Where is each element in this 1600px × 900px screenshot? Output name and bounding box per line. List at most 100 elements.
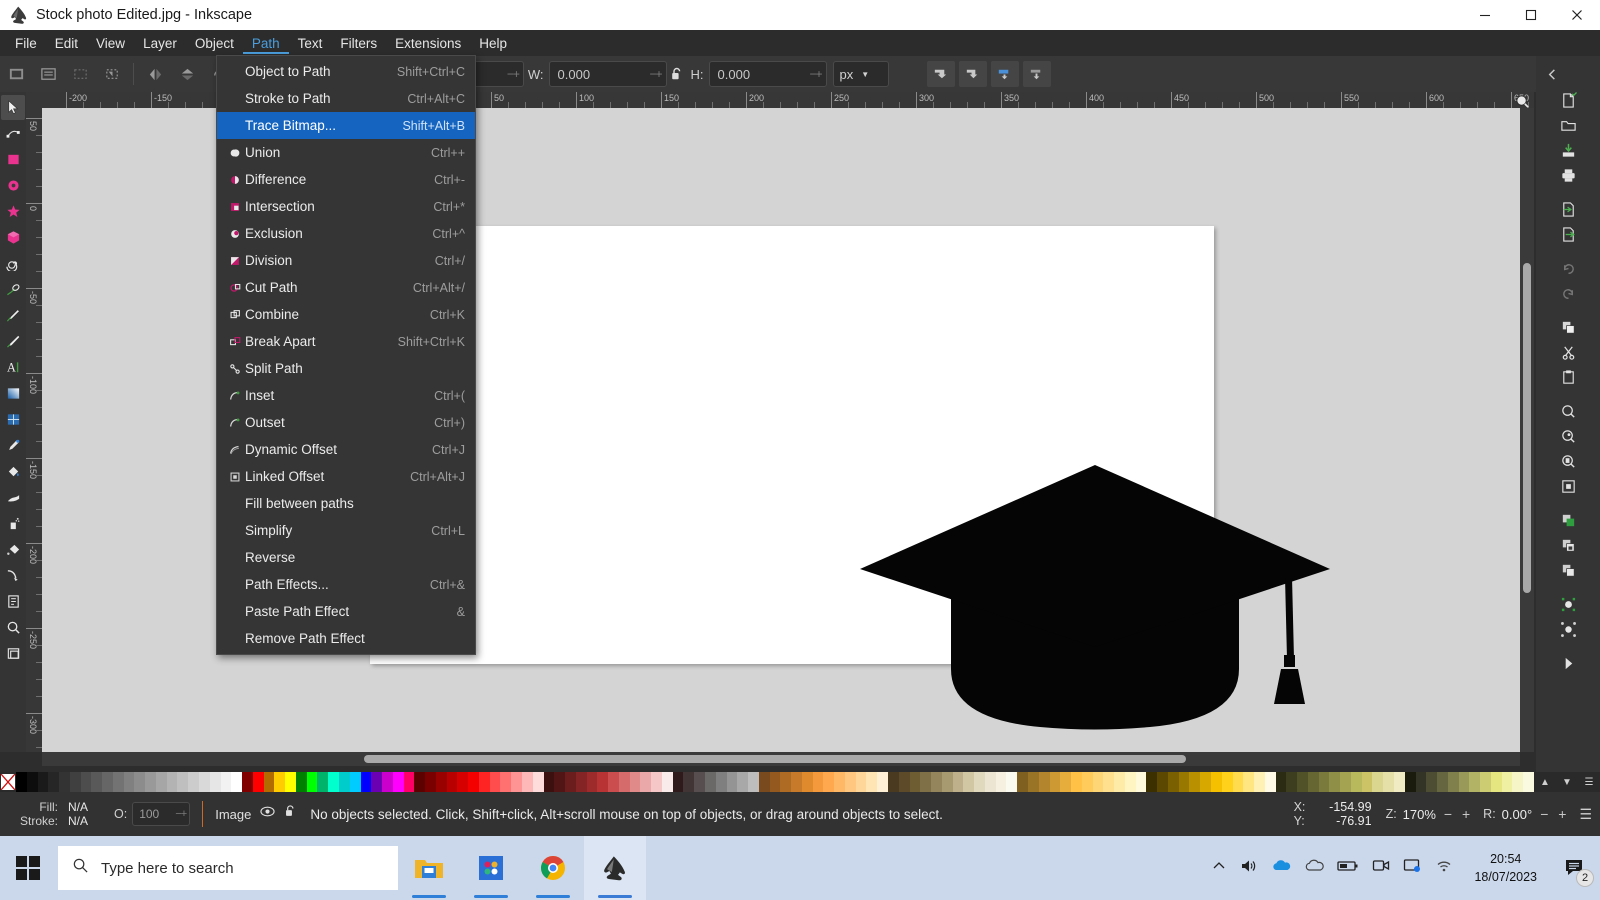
clone-icon[interactable]: [1553, 558, 1583, 583]
palette-swatch[interactable]: [823, 772, 834, 792]
palette-swatch[interactable]: [748, 772, 759, 792]
palette-swatch[interactable]: [199, 772, 210, 792]
palette-swatch[interactable]: [1469, 772, 1480, 792]
group-icon[interactable]: [1553, 533, 1583, 558]
palette-swatch[interactable]: [1082, 772, 1093, 792]
redo-icon[interactable]: [1553, 281, 1583, 306]
graduation-cap-artwork[interactable]: [855, 451, 1335, 751]
palette-swatch[interactable]: [554, 772, 565, 792]
palette-swatch[interactable]: [188, 772, 199, 792]
palette-swatch[interactable]: [242, 772, 253, 792]
path-menu-item-stroke-to-path[interactable]: Stroke to PathCtrl+Alt+C: [217, 85, 475, 112]
palette-swatch[interactable]: [1254, 772, 1265, 792]
palette-swatch[interactable]: [500, 772, 511, 792]
taskbar-app-file-explorer[interactable]: [398, 836, 460, 900]
menu-extensions[interactable]: Extensions: [386, 33, 470, 54]
measure-tool[interactable]: [1, 641, 25, 666]
palette-swatch[interactable]: [393, 772, 404, 792]
mesh-tool[interactable]: [1, 407, 25, 432]
palette-swatch[interactable]: [1383, 772, 1394, 792]
palette-swatch[interactable]: [1125, 772, 1136, 792]
text-tool[interactable]: A: [1, 355, 25, 380]
palette-swatch[interactable]: [1071, 772, 1082, 792]
palette-swatch[interactable]: [1179, 772, 1190, 792]
palette-swatch[interactable]: [511, 772, 522, 792]
palette-swatch[interactable]: [866, 772, 877, 792]
rotation-stepper[interactable]: − +: [1540, 806, 1569, 822]
palette-swatch[interactable]: [307, 772, 318, 792]
palette-swatch[interactable]: [716, 772, 727, 792]
rectangle-tool[interactable]: [1, 147, 25, 172]
zoom-drawing-icon[interactable]: [1553, 424, 1583, 449]
horizontal-scrollbar-thumb[interactable]: [364, 755, 1186, 763]
color-palette[interactable]: ▲ ▼ ☰: [0, 772, 1600, 792]
palette-swatch[interactable]: [81, 772, 92, 792]
taskbar-app-slack[interactable]: [460, 836, 522, 900]
palette-swatch[interactable]: [1006, 772, 1017, 792]
vertical-ruler[interactable]: 500-50-100-150-200-250-300-350: [26, 108, 42, 752]
path-menu-item-reverse[interactable]: Reverse: [217, 544, 475, 571]
path-menu-item-union[interactable]: UnionCtrl++: [217, 139, 475, 166]
palette-swatch[interactable]: [834, 772, 845, 792]
palette-swatch[interactable]: [371, 772, 382, 792]
flip-vertical-icon[interactable]: [173, 61, 201, 87]
zoom-stepper[interactable]: − +: [1444, 806, 1473, 822]
show-hidden-icons-icon[interactable]: [1211, 858, 1227, 879]
palette-swatch[interactable]: [942, 772, 953, 792]
palette-swatch[interactable]: [16, 772, 27, 792]
palette-swatch[interactable]: [70, 772, 81, 792]
camera-icon[interactable]: [1372, 858, 1390, 878]
calligraphy-tool[interactable]: [1, 329, 25, 354]
select-all-layers-icon[interactable]: [34, 61, 62, 87]
canvas-zoom-indicator[interactable]: [1512, 93, 1532, 109]
maximize-button[interactable]: [1508, 0, 1554, 30]
palette-swatch[interactable]: [877, 772, 888, 792]
palette-swatch[interactable]: [1362, 772, 1373, 792]
palette-swatch[interactable]: [339, 772, 350, 792]
palette-swatch[interactable]: [1211, 772, 1222, 792]
battery-icon[interactable]: [1337, 859, 1359, 878]
volume-icon[interactable]: [1240, 858, 1258, 879]
horizontal-scrollbar[interactable]: [42, 752, 1520, 766]
taskbar-app-inkscape[interactable]: [584, 836, 646, 900]
fill-stroke-indicator[interactable]: Fill: N/A Stroke: N/A: [0, 792, 108, 836]
palette-swatch[interactable]: [953, 772, 964, 792]
cut-icon[interactable]: [1553, 340, 1583, 365]
palette-swatch[interactable]: [727, 772, 738, 792]
path-menu-item-cut-path[interactable]: Cut PathCtrl+Alt+/: [217, 274, 475, 301]
connector-tool[interactable]: [1, 563, 25, 588]
palette-swatch[interactable]: [791, 772, 802, 792]
palette-swatch[interactable]: [274, 772, 285, 792]
raise-to-top-button[interactable]: [927, 61, 955, 87]
node-tool[interactable]: [1, 121, 25, 146]
w-stepper[interactable]: −+: [650, 67, 662, 81]
wifi-icon[interactable]: [1435, 858, 1453, 878]
palette-swatch[interactable]: [490, 772, 501, 792]
palette-swatch[interactable]: [145, 772, 156, 792]
hamburger-menu-icon[interactable]: ☰: [1579, 806, 1592, 823]
transform-icon[interactable]: [1553, 651, 1583, 676]
spiral-tool[interactable]: [1, 251, 25, 276]
palette-swatch[interactable]: [221, 772, 232, 792]
eraser-tool[interactable]: [1, 537, 25, 562]
palette-swatch[interactable]: [1512, 772, 1523, 792]
palette-swatch[interactable]: [651, 772, 662, 792]
lower-button[interactable]: [991, 61, 1019, 87]
palette-swatch[interactable]: [1189, 772, 1200, 792]
path-menu-item-paste-path-effect[interactable]: Paste Path Effect&: [217, 598, 475, 625]
palette-swatch[interactable]: [1233, 772, 1244, 792]
document-page[interactable]: [370, 226, 1214, 664]
path-menu-item-simplify[interactable]: SimplifyCtrl+L: [217, 517, 475, 544]
rotate-90-ccw-icon[interactable]: [98, 61, 126, 87]
close-button[interactable]: [1554, 0, 1600, 30]
path-menu-item-linked-offset[interactable]: Linked OffsetCtrl+Alt+J: [217, 463, 475, 490]
dock-collapse-button[interactable]: [1540, 60, 1564, 88]
palette-swatch[interactable]: [156, 772, 167, 792]
palette-swatch[interactable]: [963, 772, 974, 792]
gradient-tool[interactable]: [1, 381, 25, 406]
palette-swatch[interactable]: [845, 772, 856, 792]
palette-swatch[interactable]: [1480, 772, 1491, 792]
path-menu-item-dynamic-offset[interactable]: Dynamic OffsetCtrl+J: [217, 436, 475, 463]
palette-swatch[interactable]: [328, 772, 339, 792]
duplicate-icon[interactable]: [1553, 508, 1583, 533]
